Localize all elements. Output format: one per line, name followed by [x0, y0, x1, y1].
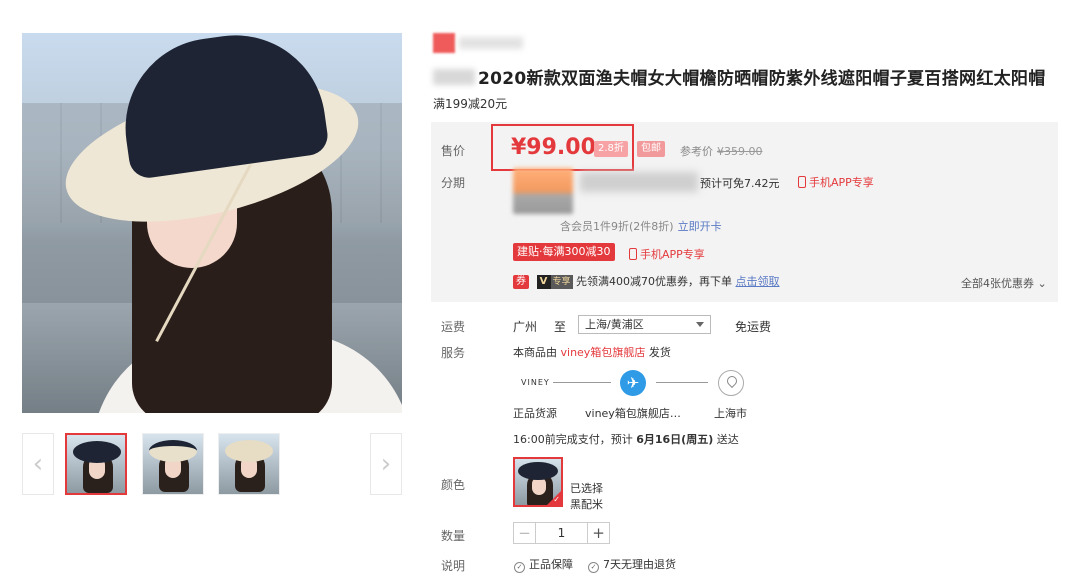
quantity-minus-button[interactable]: − — [514, 523, 536, 543]
route-destination: 上海市 — [714, 407, 747, 420]
open-card-link[interactable]: 立即开卡 — [678, 220, 722, 233]
route-brand: VINEY — [521, 378, 550, 387]
shop-logo[interactable] — [433, 33, 523, 53]
sale-price: ¥99.00 — [511, 135, 596, 160]
notes-label: 说明 — [441, 559, 466, 573]
all-coupons-dropdown[interactable]: 全部4张优惠券 ⌄ — [961, 275, 1047, 291]
color-label: 颜色 — [441, 478, 466, 492]
phone-icon — [798, 176, 806, 188]
destination-select[interactable]: 上海/黄浦区 — [578, 315, 711, 334]
vip-label: 专享 — [550, 275, 573, 289]
title-brand-blur — [433, 69, 475, 85]
thumbnail-1[interactable] — [65, 433, 127, 495]
guarantee-authentic: ✓ 正品保障 — [514, 556, 573, 573]
route-line-2 — [656, 382, 708, 383]
quantity-label: 数量 — [441, 529, 466, 543]
shipping-fee: 免运费 — [735, 320, 772, 334]
quantity-plus-button[interactable]: + — [587, 523, 609, 543]
gallery-next-button[interactable]: › — [370, 433, 402, 495]
service-line: 本商品由 viney箱包旗舰店 发货 — [513, 346, 671, 359]
installment-fee-text: 预计可免7.42元 — [700, 177, 780, 190]
color-option-selected[interactable]: ✓ — [513, 457, 563, 507]
thumbnail-3[interactable] — [218, 433, 280, 495]
installment-option-blurred[interactable] — [513, 168, 573, 214]
claim-coupon-link[interactable]: 点击领取 — [736, 275, 780, 288]
quantity-input[interactable]: 1 — [536, 523, 587, 543]
shop-link[interactable]: viney箱包旗舰店 — [561, 346, 646, 359]
location-pin-icon — [718, 370, 744, 396]
quantity-stepper: − 1 + — [513, 522, 610, 544]
route-origin: 正品货源 — [513, 407, 557, 420]
plane-icon: ✈ — [620, 370, 646, 396]
chevron-down-icon: ⌄ — [1034, 277, 1047, 290]
thumbnail-2[interactable] — [142, 433, 204, 495]
guarantee-return: ✓ 7天无理由退货 — [588, 556, 676, 573]
coupon-icon: 券 — [513, 275, 529, 289]
selected-color-value: 黑配米 — [570, 498, 603, 511]
check-circle-icon: ✓ — [514, 562, 525, 573]
promo-text: 满199减20元 — [433, 97, 508, 111]
ship-from: 广州 — [513, 320, 538, 334]
discount-badge: 2.8折 — [594, 141, 628, 157]
phone-icon — [629, 248, 637, 260]
price-label: 售价 — [441, 144, 466, 158]
service-label: 服务 — [441, 346, 466, 360]
caret-down-icon — [696, 322, 704, 327]
ship-to-word: 至 — [554, 320, 567, 334]
check-circle-icon: ✓ — [588, 562, 599, 573]
route-middle: viney箱包旗舰店… — [585, 407, 681, 420]
shipping-label: 运费 — [441, 320, 466, 334]
coupon-row: 券 V 专享 先领满400减70优惠券，再下单 点击领取 — [513, 273, 780, 289]
promotion-tag: 建贴·每满300减30 — [513, 243, 615, 261]
route-line-1 — [553, 382, 611, 383]
delivery-estimate: 16:00前完成支付，预计 6月16日(周五) 送达 — [513, 433, 739, 446]
reference-price: 参考价 ¥359.00 — [680, 145, 763, 158]
main-product-image[interactable] — [22, 33, 402, 413]
gallery-prev-button[interactable]: ‹ — [22, 433, 54, 495]
vip-icon: V — [536, 275, 551, 289]
promotion-app-only-tag: 手机APP专享 — [629, 246, 705, 262]
selected-label: 已选择 — [570, 482, 603, 495]
member-discount: 含会员1件9折(2件8折) 立即开卡 — [560, 220, 722, 233]
installment-detail-blurred — [580, 172, 698, 192]
coupon-text: 先领满400减70优惠券，再下单 — [576, 275, 733, 288]
free-shipping-badge: 包邮 — [637, 141, 665, 157]
app-only-tag: 手机APP专享 — [798, 174, 874, 190]
installment-label: 分期 — [441, 176, 466, 190]
product-title: 2020新款双面渔夫帽女大帽檐防晒帽防紫外线遮阳帽子夏百搭网红太阳帽 — [478, 69, 1046, 89]
